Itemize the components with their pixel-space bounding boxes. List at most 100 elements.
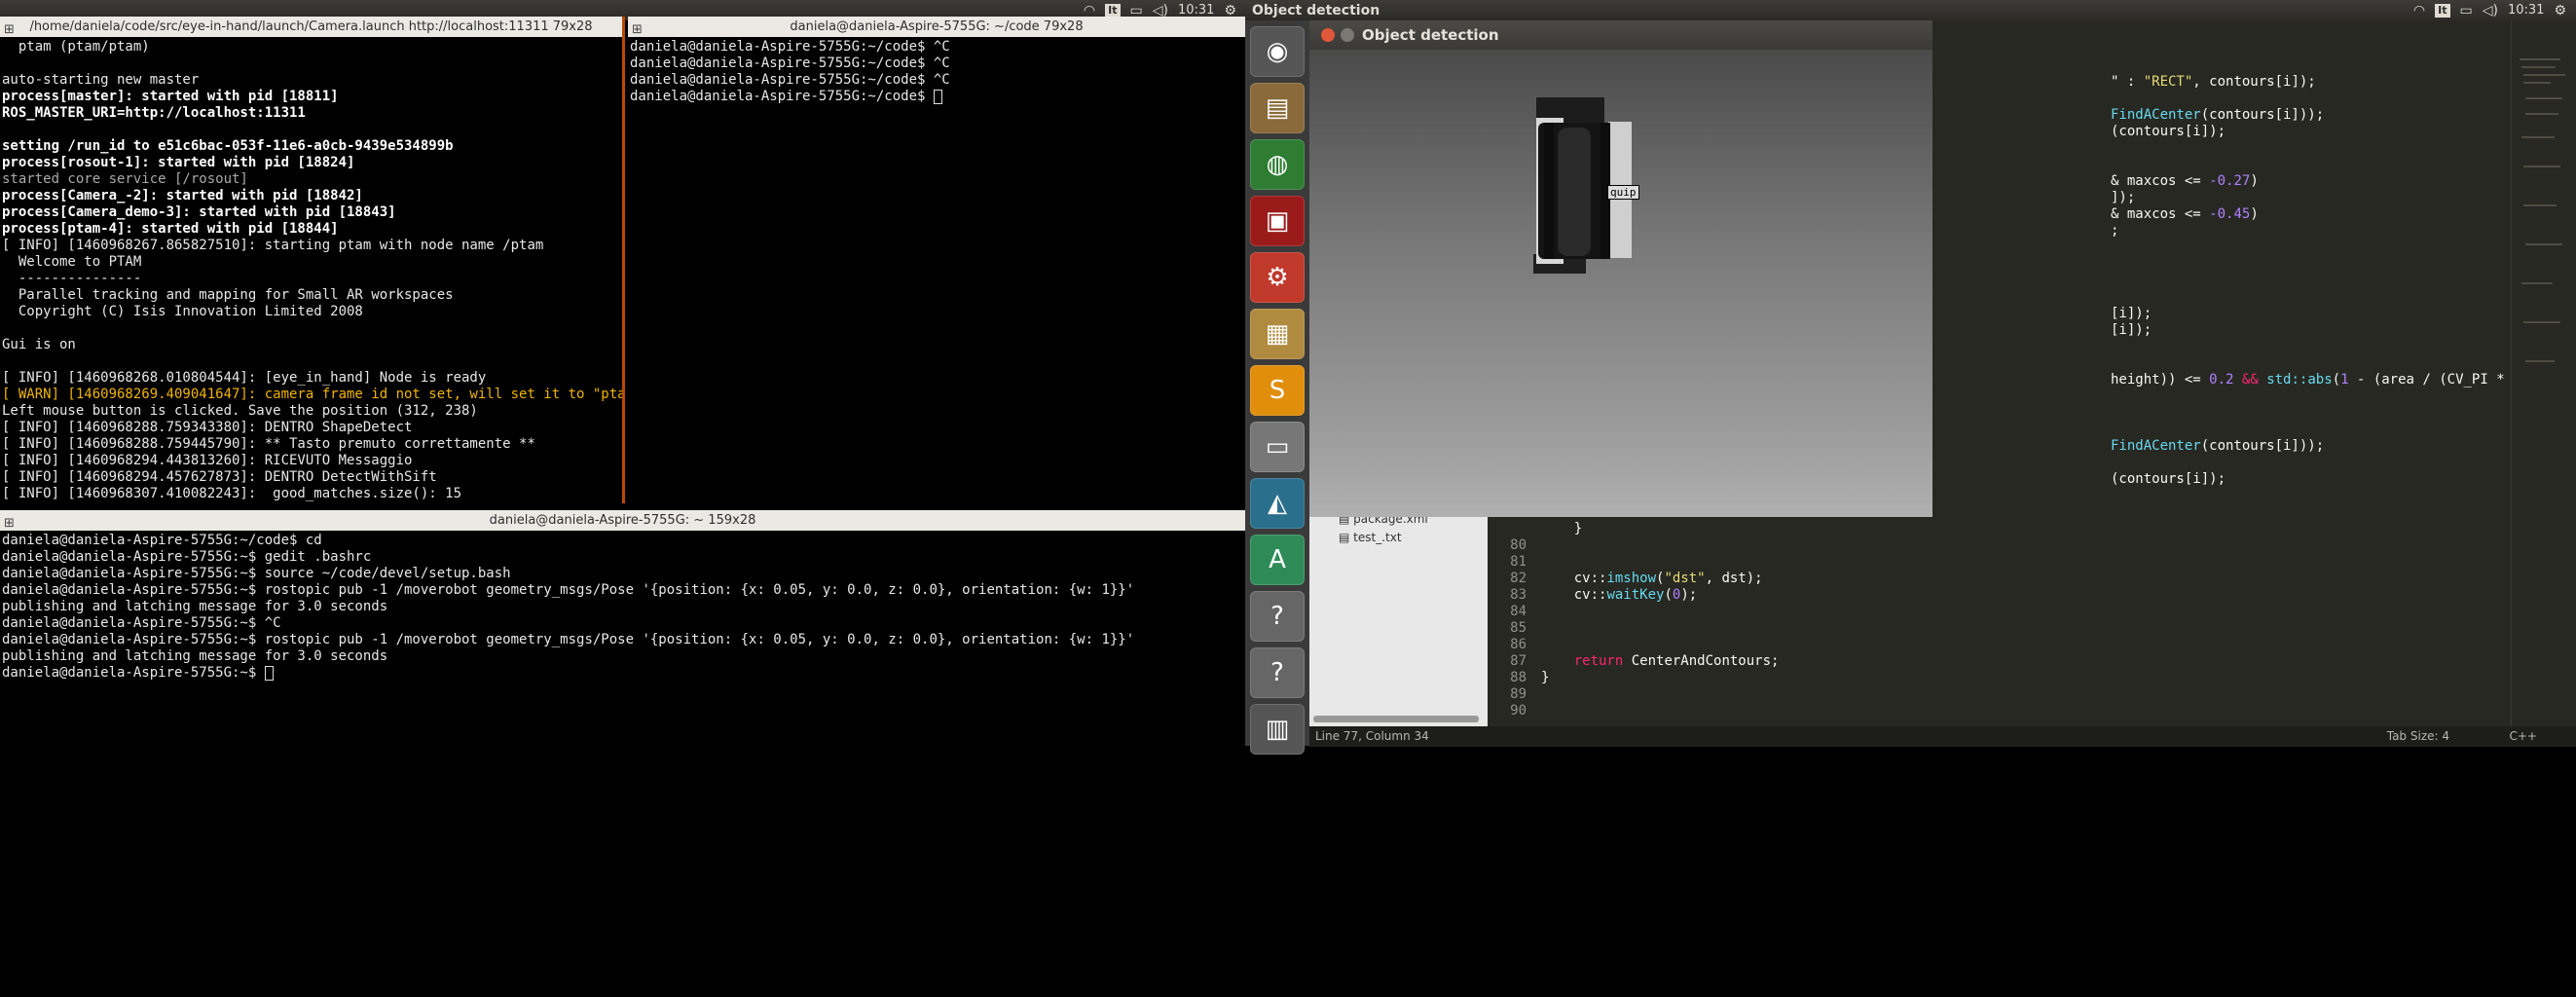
sidebar-scrollbar[interactable] <box>1313 716 1479 722</box>
matlab-icon[interactable]: ◭ <box>1250 478 1305 529</box>
terminal-menu-icon[interactable]: ⊞ <box>4 513 15 531</box>
line-number: 85 <box>1510 620 1527 636</box>
terminal-output[interactable]: ptam (ptam/ptam) auto-starting new maste… <box>0 37 622 503</box>
terminal-cursor <box>933 89 942 104</box>
file-item[interactable]: ▤ test_.txt <box>1339 531 1402 544</box>
code-line: } <box>1541 670 1550 685</box>
terminal-line: publishing and latching message for 3.0 … <box>2 599 388 614</box>
terminal-home[interactable]: ⊞ daniela@daniela-Aspire-5755G: ~ 159x28… <box>0 510 1245 997</box>
object-shape <box>1533 97 1632 274</box>
ubuntu-dash-icon[interactable]: ◉ <box>1250 26 1305 77</box>
terminal-icon[interactable]: ▣ <box>1250 196 1305 246</box>
code-line: cv::imshow("dst", dst); <box>1541 571 1763 586</box>
code-line: [i]); <box>2111 322 2153 338</box>
terminal-line: [ INFO] [1460968268.010804544]: [eye_in_… <box>2 370 487 386</box>
terminal-title: daniela@daniela-Aspire-5755G: ~/code 79x… <box>790 19 1084 34</box>
code-line: cv::waitKey(0); <box>1541 587 1698 603</box>
terminal-menu-icon[interactable]: ⊞ <box>4 19 15 37</box>
archive-icon[interactable]: ▦ <box>1250 309 1305 359</box>
terminal-title: daniela@daniela-Aspire-5755G: ~ 159x28 <box>489 513 756 528</box>
terminal-cursor <box>264 665 274 681</box>
terminal-title-bar[interactable]: ⊞ daniela@daniela-Aspire-5755G: ~ 159x28 <box>0 510 1245 531</box>
keyboard-layout-indicator[interactable]: It <box>1105 3 1121 18</box>
terminal-line: daniela@daniela-Aspire-5755G:~$ gedit .b… <box>2 549 372 565</box>
wifi-icon[interactable]: ◠ <box>2413 3 2425 18</box>
minimize-button[interactable] <box>1341 28 1354 42</box>
camera-image: quip <box>1309 50 1932 517</box>
terminal-line: ptam (ptam/ptam) <box>2 39 150 55</box>
minimap[interactable] <box>2511 20 2576 726</box>
terminal-cursor <box>2 502 11 503</box>
files-icon[interactable]: ▤ <box>1250 83 1305 133</box>
chrome-icon[interactable]: ◍ <box>1250 139 1305 190</box>
code-line: FindACenter(contours[i])); <box>2111 107 2325 123</box>
terminal-line: ROS_MASTER_URI=http://localhost:11311 <box>2 105 306 121</box>
volume-icon[interactable]: ◁) <box>2483 3 2498 18</box>
software-center-icon[interactable]: A <box>1250 535 1305 585</box>
terminal-menu-icon[interactable]: ⊞ <box>632 19 643 37</box>
tab-size-selector[interactable]: Tab Size: 4 <box>2387 726 2449 747</box>
code-line: height)) <= 0.2 && std::abs(1 - (area / … <box>2111 372 2511 388</box>
terminal-output[interactable]: daniela@daniela-Aspire-5755G:~/code$ ^C d… <box>628 37 1245 107</box>
clock[interactable]: 10:31 <box>2508 3 2544 18</box>
code-line: [i]); <box>2111 306 2153 321</box>
terminal-line: auto-starting new master <box>2 72 200 88</box>
code-line: (contours[i]); <box>2111 124 2226 139</box>
terminal-line: Gui is on <box>2 337 76 352</box>
terminal-title-bar[interactable]: ⊞ /home/daniela/code/src/eye-in-hand/lau… <box>0 17 622 37</box>
trash-icon[interactable]: ▥ <box>1250 704 1305 755</box>
object-detection-window[interactable]: Object detection quip <box>1309 20 1932 517</box>
terminal-line: daniela@daniela-Aspire-5755G:~/code$ ^C <box>630 72 950 88</box>
line-number: 84 <box>1510 604 1527 619</box>
terminal-line: Parallel tracking and mapping for Small … <box>2 287 454 303</box>
file-icon: ▤ <box>1339 531 1354 544</box>
code-line: " : "RECT", contours[i]); <box>2111 74 2316 90</box>
terminal-line: Copyright (C) Isis Innovation Limited 20… <box>2 304 363 319</box>
line-number: 89 <box>1510 686 1527 702</box>
terminal-code[interactable]: ⊞ daniela@daniela-Aspire-5755G: ~/code 7… <box>628 17 1245 503</box>
unity-launcher: ◉ ▤ ◍ ▣ ⚙ ▦ S ▭ ◭ A?? ▥ <box>1245 20 1309 755</box>
terminal-line: daniela@daniela-Aspire-5755G:~$ rostopic… <box>2 582 1135 598</box>
code-line: ]); <box>2111 190 2136 205</box>
minimap-preview <box>2520 58 2565 362</box>
terminal-line: daniela@daniela-Aspire-5755G:~/code$ ^C <box>630 39 950 55</box>
terminal-line: started core service [/rosout] <box>2 171 248 187</box>
window-title: Object detection <box>1362 26 1499 44</box>
syntax-selector[interactable]: C++ <box>2510 726 2538 747</box>
terminal-line: process[ptam-4]: started with pid [18844… <box>2 221 339 237</box>
code-line: & maxcos <= -0.45) <box>2111 206 2259 222</box>
help-icon[interactable]: ? <box>1250 591 1305 642</box>
terminal-camera-launch[interactable]: ⊞ /home/daniela/code/src/eye-in-hand/lau… <box>0 17 625 503</box>
keyboard-layout-indicator[interactable]: It <box>2435 3 2450 18</box>
terminal-line: daniela@daniela-Aspire-5755G:~$ source ~… <box>2 566 511 581</box>
terminal-line: [ INFO] [1460968294.457627873]: DENTRO D… <box>2 469 437 485</box>
battery-icon[interactable]: ▭ <box>2460 3 2473 18</box>
terminal-output[interactable]: daniela@daniela-Aspire-5755G:~/code$ cd d… <box>0 531 1245 683</box>
clock[interactable]: 10:31 <box>1178 3 1214 18</box>
sublime-icon[interactable]: S <box>1250 365 1305 416</box>
close-button[interactable] <box>1321 28 1335 42</box>
line-number: 87 <box>1510 653 1527 669</box>
drive-icon[interactable]: ▭ <box>1250 422 1305 472</box>
help-icon-2[interactable]: ? <box>1250 647 1305 698</box>
code-line: & maxcos <= -0.27) <box>2111 173 2259 189</box>
terminal-line: Welcome to PTAM <box>2 254 142 270</box>
terminal-line: setting /run_id to e51c6bac-053f-11e6-a0… <box>2 138 454 154</box>
system-tray-right: ◠ It ▭ ◁) 10:31 ⚙ <box>2404 3 2576 18</box>
terminal-line: process[Camera_-2]: started with pid [18… <box>2 188 363 203</box>
window-title-bar[interactable]: Object detection <box>1309 20 1932 50</box>
terminal-line: process[Camera_demo-3]: started with pid… <box>2 204 396 220</box>
terminal-title-bar[interactable]: ⊞ daniela@daniela-Aspire-5755G: ~/code 7… <box>628 17 1245 37</box>
terminal-line: Left mouse button is clicked. Save the p… <box>2 403 478 419</box>
terminal-line: [ WARN] [1460968269.409041647]: camera f… <box>2 387 625 402</box>
terminal-line: [ INFO] [1460968307.410082243]: good_mat… <box>2 486 462 501</box>
terminal-line: [ INFO] [1460968294.443813260]: RICEVUTO… <box>2 453 413 468</box>
settings-icon[interactable]: ⚙ <box>1250 252 1305 303</box>
terminal-line: [ INFO] [1460968267.865827510]: starting… <box>2 238 544 253</box>
terminal-line: daniela@daniela-Aspire-5755G:~$ rostopic… <box>2 632 1135 647</box>
gear-icon[interactable]: ⚙ <box>2554 3 2566 18</box>
